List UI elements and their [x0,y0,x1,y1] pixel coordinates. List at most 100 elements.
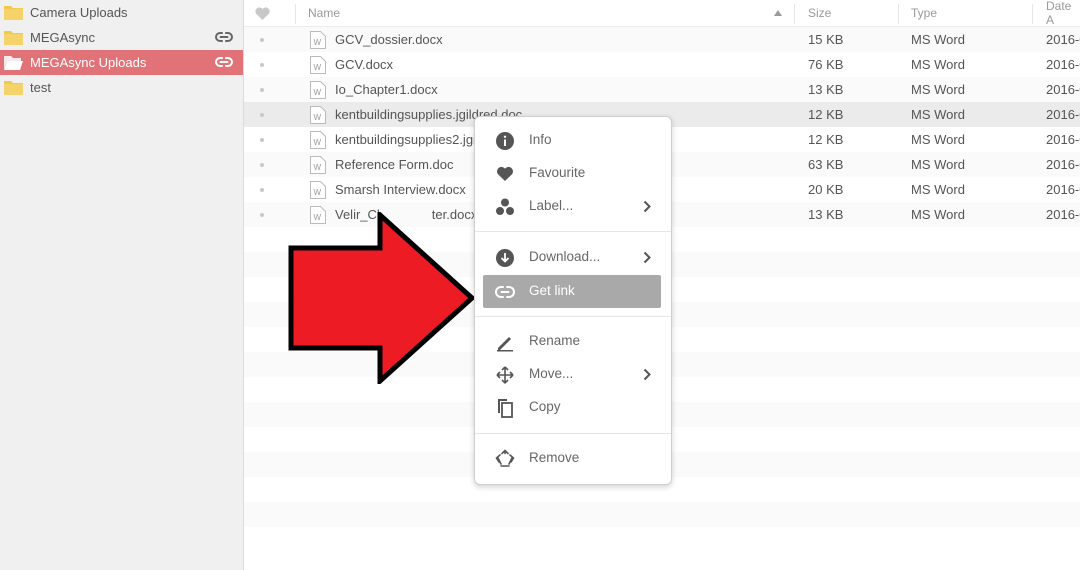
menu-item-label: Favourite [529,165,586,180]
pencil-icon [497,337,513,352]
info-icon [496,132,514,150]
file-list-header: Name Size Type Date A [244,0,1080,27]
favourite-dot[interactable] [260,113,264,117]
menu-item-label-submenu[interactable]: Label... [483,190,661,223]
word-document-icon: W [310,131,326,149]
menu-item-move[interactable]: Move... [483,358,661,391]
file-size: 12 KB [808,132,844,147]
sidebar-item-test[interactable]: test [0,75,243,100]
sort-ascending-icon[interactable] [774,10,782,16]
file-date: 2016-0 [1046,182,1080,197]
file-name: Reference Form.doc [335,157,454,172]
file-size: 15 KB [808,32,844,47]
label-dots-icon [496,198,514,215]
word-document-icon: W [310,81,326,99]
chevron-right-icon [643,368,651,381]
size-column-header[interactable]: Size [808,0,831,26]
file-type: MS Word [911,182,965,197]
link-icon [215,57,233,67]
table-row[interactable]: W Io_Chapter1.docx 13 KB MS Word 2016-0 [244,77,1080,102]
copy-icon [498,399,513,418]
svg-text:W: W [314,138,322,147]
table-row[interactable]: W GCV.docx 76 KB MS Word 2016-0 [244,52,1080,77]
favourite-dot[interactable] [260,138,264,142]
favourite-dot[interactable] [260,213,264,217]
menu-item-copy[interactable]: Copy [483,391,661,424]
file-type: MS Word [911,207,965,222]
folder-icon [4,81,23,95]
file-type: MS Word [911,107,965,122]
menu-item-remove[interactable]: Remove [483,442,661,475]
word-document-icon: W [310,156,326,174]
svg-text:W: W [314,113,322,122]
link-icon [215,32,233,42]
file-date: 2016-0 [1046,207,1080,222]
file-date: 2016-0 [1046,57,1080,72]
favourite-dot[interactable] [260,63,264,67]
file-size: 12 KB [808,107,844,122]
file-size: 13 KB [808,82,844,97]
file-type: MS Word [911,132,965,147]
heart-icon [497,166,513,181]
menu-item-label: Move... [529,366,574,381]
link-icon [495,286,515,298]
menu-item-download[interactable]: Download... [483,241,661,274]
file-type: MS Word [911,32,965,47]
word-document-icon: W [310,31,326,49]
file-size: 63 KB [808,157,844,172]
menu-divider [475,433,671,434]
svg-text:W: W [314,63,322,72]
sidebar-item-label: MEGAsync [30,30,96,45]
file-size: 76 KB [808,57,844,72]
context-menu: Info Favourite Label... Download... Get … [474,116,672,485]
name-column-header[interactable]: Name [308,0,340,26]
word-document-icon: W [310,106,326,124]
file-date: 2016-0 [1046,132,1080,147]
sidebar-item-megasync[interactable]: MEGAsync [0,25,243,50]
file-name: Smarsh Interview.docx [335,182,466,197]
file-type: MS Word [911,57,965,72]
chevron-right-icon [643,200,651,213]
menu-item-favourite[interactable]: Favourite [483,157,661,190]
folder-tree-sidebar: Camera Uploads MEGAsync MEGAsync Uploads… [0,0,244,570]
word-document-icon: W [310,181,326,199]
column-divider [295,4,296,24]
menu-item-label: Download... [529,249,601,264]
svg-text:W: W [314,88,322,97]
sidebar-item-label: MEGAsync Uploads [30,55,147,70]
menu-divider [475,231,671,232]
file-name: GCV_dossier.docx [335,32,443,47]
table-row[interactable]: W GCV_dossier.docx 15 KB MS Word 2016-0 [244,27,1080,52]
sidebar-item-megasync-uploads[interactable]: MEGAsync Uploads [0,50,243,75]
sidebar-item-camera-uploads[interactable]: Camera Uploads [0,0,243,25]
file-date: 2016-0 [1046,107,1080,122]
file-name: kentbuildingsupplies2.jgil [335,132,479,147]
file-name: Io_Chapter1.docx [335,82,438,97]
favourite-dot[interactable] [260,88,264,92]
menu-item-rename[interactable]: Rename [483,325,661,358]
recycle-icon [495,449,515,467]
svg-text:W: W [314,38,322,47]
column-divider [898,4,899,24]
word-document-icon: W [310,56,326,74]
file-date: 2016-0 [1046,82,1080,97]
date-column-header[interactable]: Date A [1046,0,1080,27]
menu-item-label: Rename [529,333,581,348]
heart-icon[interactable] [255,7,270,20]
red-arrow-annotation [288,212,476,384]
type-column-header[interactable]: Type [911,0,937,26]
folder-open-icon [4,56,23,70]
favourite-dot[interactable] [260,38,264,42]
file-date: 2016-0 [1046,157,1080,172]
menu-item-get-link[interactable]: Get link [483,275,661,308]
favourite-dot[interactable] [260,163,264,167]
empty-row [244,502,1080,527]
svg-text:W: W [314,163,322,172]
menu-item-info[interactable]: Info [483,124,661,157]
file-date: 2016-0 [1046,32,1080,47]
svg-text:W: W [314,188,322,197]
menu-divider [475,316,671,317]
favourite-dot[interactable] [260,188,264,192]
menu-item-label: Label... [529,198,574,213]
file-type: MS Word [911,82,965,97]
